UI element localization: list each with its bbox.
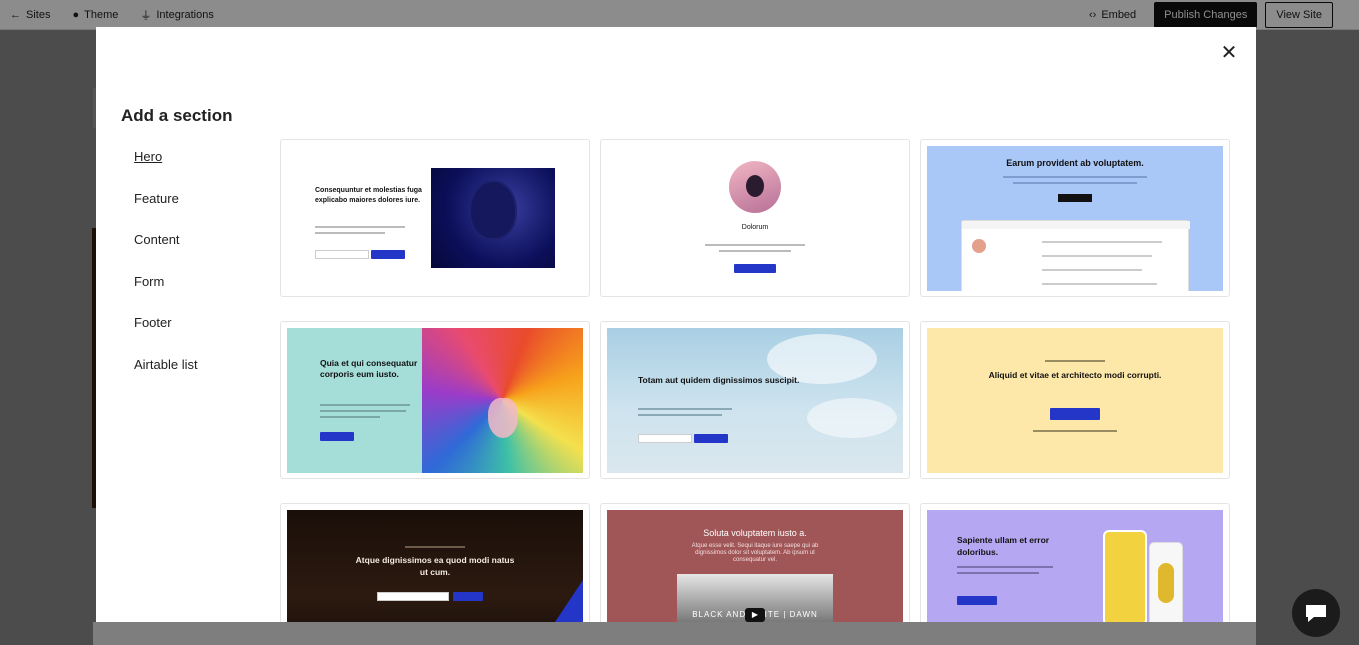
template-preview: Dolorum (607, 146, 903, 291)
preview-heading: Quia et qui consequatur corporis eum ius… (320, 358, 418, 379)
content-template-card[interactable]: Soluta voluptatem iusto a. Atque esse ve… (600, 503, 910, 622)
template-preview: Sapiente ullam et error doloribus. (927, 510, 1223, 622)
preview-text-line (638, 408, 732, 410)
preview-input (638, 434, 692, 443)
category-form[interactable]: Form (134, 274, 198, 316)
phone-mockup (1149, 542, 1183, 622)
preview-text-line (320, 416, 380, 418)
preview-button (734, 264, 776, 273)
template-preview: Aliquid et vitae et architecto modi corr… (927, 328, 1223, 473)
preview-heading: Soluta voluptatem iusto a. (703, 528, 807, 538)
preview-heading: Atque dignissimos ea quod modi natus ut … (355, 555, 515, 577)
feature-template-card[interactable]: Quia et qui consequatur corporis eum ius… (280, 321, 590, 479)
preview-text-line (315, 226, 405, 228)
category-list: Hero Feature Content Form Footer Airtabl… (134, 149, 198, 399)
preview-text-line (1033, 430, 1117, 432)
preview-button (453, 592, 483, 601)
hero-template-card[interactable]: Earum provident ab voluptatem. (920, 139, 1230, 297)
accent-triangle (533, 580, 583, 622)
background-canvas (93, 622, 1256, 645)
preview-heading: Dolorum (741, 224, 769, 231)
preview-text-line (1003, 176, 1147, 178)
preview-text-line (320, 404, 410, 406)
hero-template-card[interactable]: Consequuntur et molestias fuga explicabo… (280, 139, 590, 297)
preview-button (1058, 194, 1092, 202)
preview-text-line (320, 410, 406, 412)
preview-text-line (957, 572, 1039, 574)
template-preview: Totam aut quidem dignissimos suscipit. (607, 328, 903, 473)
preview-button (1050, 408, 1100, 420)
category-hero[interactable]: Hero (134, 149, 198, 191)
preview-input (377, 592, 449, 601)
preview-button (371, 250, 405, 259)
portrait-image (431, 168, 555, 268)
preview-subheading: Atque esse velit. Sequi itaque iure saep… (691, 543, 819, 563)
template-preview: Atque dignissimos ea quod modi natus ut … (287, 510, 583, 622)
preview-heading: Aliquid et vitae et architecto modi corr… (988, 370, 1162, 380)
video-preview: BLACK AND WHITE | DAWN ▶ (677, 574, 833, 622)
modal-title: Add a section (121, 106, 233, 125)
preview-heading: Sapiente ullam et error doloribus. (957, 535, 1050, 557)
chat-launcher-button[interactable] (1292, 589, 1340, 637)
painted-face-image (422, 328, 583, 473)
template-preview: Quia et qui consequatur corporis eum ius… (287, 328, 583, 473)
preview-text-line (638, 414, 722, 416)
phone-mockup (1103, 530, 1147, 622)
preview-text-line (1013, 182, 1137, 184)
category-content[interactable]: Content (134, 232, 198, 274)
preview-heading: Consequuntur et molestias fuga explicabo… (315, 187, 422, 204)
preview-text-line (719, 250, 791, 252)
preview-text-line (405, 546, 465, 548)
template-preview: Soluta voluptatem iusto a. Atque esse ve… (607, 510, 903, 622)
preview-button (694, 434, 728, 443)
category-airtable-list[interactable]: Airtable list (134, 357, 198, 399)
template-preview: Consequuntur et molestias fuga explicabo… (287, 146, 583, 291)
preview-text-line (1045, 360, 1105, 362)
preview-button (320, 432, 354, 441)
hero-template-card[interactable]: Dolorum (600, 139, 910, 297)
preview-input (315, 250, 369, 259)
close-icon[interactable]: ✕ (1220, 42, 1238, 64)
preview-text-line (315, 232, 385, 234)
add-section-modal: ✕ Add a section Hero Feature Content For… (96, 27, 1256, 622)
preview-text-line (957, 566, 1053, 568)
preview-text-line (705, 244, 805, 246)
play-icon[interactable]: ▶ (745, 608, 765, 622)
preview-heading: Totam aut quidem dignissimos suscipit. (638, 375, 800, 385)
content-template-card[interactable]: Sapiente ullam et error doloribus. (920, 503, 1230, 622)
feature-template-card[interactable]: Totam aut quidem dignissimos suscipit. (600, 321, 910, 479)
category-feature[interactable]: Feature (134, 191, 198, 233)
feature-template-card[interactable]: Aliquid et vitae et architecto modi corr… (920, 321, 1230, 479)
avatar (729, 161, 781, 213)
template-preview: Earum provident ab voluptatem. (927, 146, 1223, 291)
app-screenshot-mock (961, 220, 1190, 291)
category-footer[interactable]: Footer (134, 315, 198, 357)
preview-button (957, 596, 997, 605)
preview-heading: Earum provident ab voluptatem. (1006, 158, 1144, 168)
content-template-card[interactable]: Atque dignissimos ea quod modi natus ut … (280, 503, 590, 622)
chat-icon (1306, 605, 1326, 622)
